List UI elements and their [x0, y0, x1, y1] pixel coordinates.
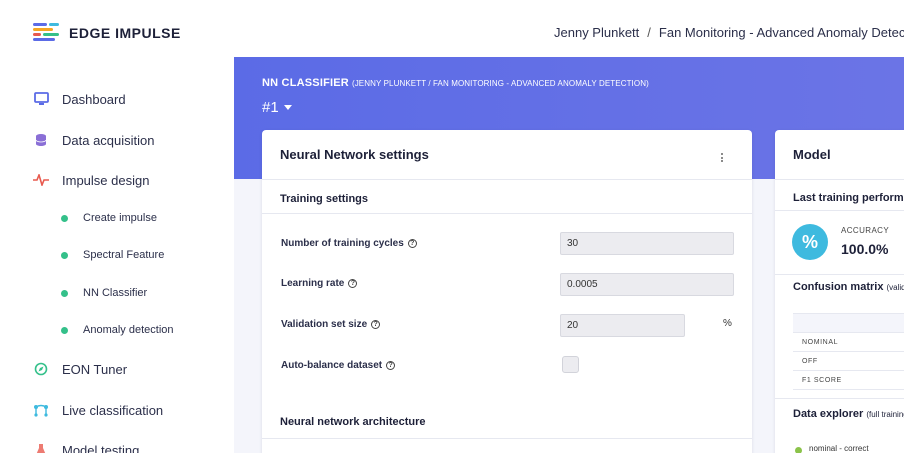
sidebar-item-label: EON Tuner [62, 361, 128, 377]
sidebar-subitem-label: Spectral Feature [83, 249, 165, 261]
sidebar: Dashboard Data acquisition Impulse desig… [0, 57, 234, 453]
accuracy-label: ACCURACY [841, 226, 890, 235]
compass-icon [33, 361, 49, 377]
learning-rate-input[interactable]: 0.0005 [560, 273, 734, 296]
confusion-title-text: Confusion matrix [793, 281, 884, 293]
sidebar-subitem-label: NN Classifier [83, 287, 148, 299]
divider [775, 398, 904, 399]
help-icon[interactable]: ? [348, 279, 358, 288]
sidebar-item-live-classification[interactable]: Live classification [33, 402, 163, 418]
page-subtitle: (JENNY PLUNKETT / FAN MONITORING - ADVAN… [351, 79, 649, 88]
sidebar-item-impulse-design[interactable]: Impulse design [33, 172, 149, 188]
divider [775, 210, 904, 211]
architecture-title: Neural network architecture [280, 416, 426, 428]
sidebar-item-label: Dashboard [62, 91, 126, 107]
sidebar-item-model-testing[interactable]: Model testing [33, 442, 139, 453]
database-icon [33, 132, 49, 148]
table-row: OFF [793, 352, 904, 371]
breadcrumb-project[interactable]: Fan Monitoring - Advanced Anomaly Detect… [659, 25, 904, 40]
table-header-row [793, 314, 904, 333]
sidebar-item-data-acquisition[interactable]: Data acquisition [33, 132, 155, 148]
confusion-matrix-title: Confusion matrix (validation set) [793, 281, 904, 293]
help-icon[interactable]: ? [386, 361, 396, 370]
field-label-text: Auto-balance dataset [281, 360, 383, 371]
table-row: NOMINAL [793, 333, 904, 352]
flask-icon [33, 442, 49, 453]
percent-unit: % [723, 318, 732, 329]
table-row: F1 SCORE [793, 371, 904, 390]
sidebar-subitem-create-impulse[interactable]: Create impulse [61, 212, 157, 224]
confusion-matrix-table: NOMINAL OFF F1 SCORE [793, 313, 904, 390]
page-title-text: NN CLASSIFIER [262, 77, 349, 89]
sidebar-subitem-anomaly-detection[interactable]: Anomaly detection [61, 324, 174, 336]
field-label-text: Learning rate [281, 278, 345, 289]
top-bar: EDGE IMPULSE Jenny Plunkett / Fan Monitori… [0, 0, 904, 57]
main-content: NN CLASSIFIER (JENNY PLUNKETT / FAN MONIT… [234, 57, 904, 453]
last-training-title: Last training performance [793, 192, 904, 204]
status-dot [61, 326, 68, 334]
auto-balance-label: Auto-balance dataset? [281, 360, 396, 371]
pulse-icon [33, 172, 49, 188]
sidebar-subitem-label: Anomaly detection [83, 324, 174, 336]
confusion-note: (validation set) [886, 283, 904, 292]
help-icon[interactable]: ? [371, 320, 381, 329]
card-title: Neural Network settings [280, 147, 429, 162]
card-title: Model [793, 147, 831, 162]
training-settings-title: Training settings [280, 193, 369, 205]
divider [262, 438, 752, 439]
sidebar-subitem-label: Create impulse [83, 212, 157, 224]
nodes-icon [33, 402, 49, 418]
legend-dot [795, 447, 802, 453]
breadcrumb-separator: / [647, 25, 651, 40]
legend-label: nominal - correct [809, 444, 869, 453]
sidebar-item-label: Model testing [62, 442, 140, 453]
help-icon[interactable]: ? [407, 239, 417, 248]
explorer-note: (full training set) [866, 410, 904, 419]
version-label: #1 [262, 99, 279, 116]
more-options-icon[interactable] [721, 153, 724, 164]
percent-icon: % [792, 224, 828, 260]
version-selector[interactable]: #1 [262, 99, 292, 116]
field-label-text: Validation set size [281, 319, 368, 330]
breadcrumb: Jenny Plunkett / Fan Monitoring - Advanced… [554, 25, 904, 40]
card-header: Neural Network settings [262, 130, 752, 180]
divider [775, 274, 904, 275]
app-window: EDGE IMPULSE Jenny Plunkett / Fan Monitori… [0, 0, 904, 453]
model-card: Model Last training performance % ACCURA… [775, 130, 904, 453]
auto-balance-checkbox[interactable] [562, 356, 579, 373]
training-cycles-input[interactable]: 30 [560, 232, 734, 255]
nn-settings-card: Neural Network settings Training setting… [262, 130, 752, 453]
sidebar-item-dashboard[interactable]: Dashboard [33, 91, 126, 107]
divider [262, 213, 752, 214]
sidebar-item-label: Impulse design [62, 172, 150, 188]
field-label-text: Number of training cycles [281, 238, 404, 249]
sidebar-item-eon-tuner[interactable]: EON Tuner [33, 361, 127, 377]
sidebar-item-label: Data acquisition [62, 132, 155, 148]
brand-logo[interactable]: EDGE IMPULSE [33, 23, 181, 43]
card-header: Model [775, 130, 904, 180]
brand-name: EDGE IMPULSE [69, 25, 181, 41]
explorer-title-text: Data explorer [793, 408, 864, 420]
validation-set-size-input[interactable]: 20 [560, 314, 685, 337]
chevron-down-icon [283, 105, 292, 110]
status-dot [61, 251, 68, 259]
learning-rate-label: Learning rate? [281, 278, 358, 289]
accuracy-value: 100.0% [841, 241, 889, 257]
training-cycles-label: Number of training cycles? [281, 238, 417, 249]
status-dot [61, 289, 68, 297]
sidebar-subitem-nn-classifier[interactable]: NN Classifier [61, 287, 147, 299]
sidebar-subitem-spectral-feature[interactable]: Spectral Feature [61, 249, 164, 261]
page-title: NN CLASSIFIER (JENNY PLUNKETT / FAN MONIT… [262, 77, 649, 89]
edge-impulse-logo-icon [33, 23, 59, 43]
monitor-icon [33, 91, 49, 107]
breadcrumb-user[interactable]: Jenny Plunkett [554, 25, 639, 40]
status-dot [61, 214, 68, 222]
validation-set-size-label: Validation set size? [281, 319, 381, 330]
sidebar-item-label: Live classification [62, 402, 164, 418]
data-explorer-title: Data explorer (full training set) [793, 408, 904, 420]
